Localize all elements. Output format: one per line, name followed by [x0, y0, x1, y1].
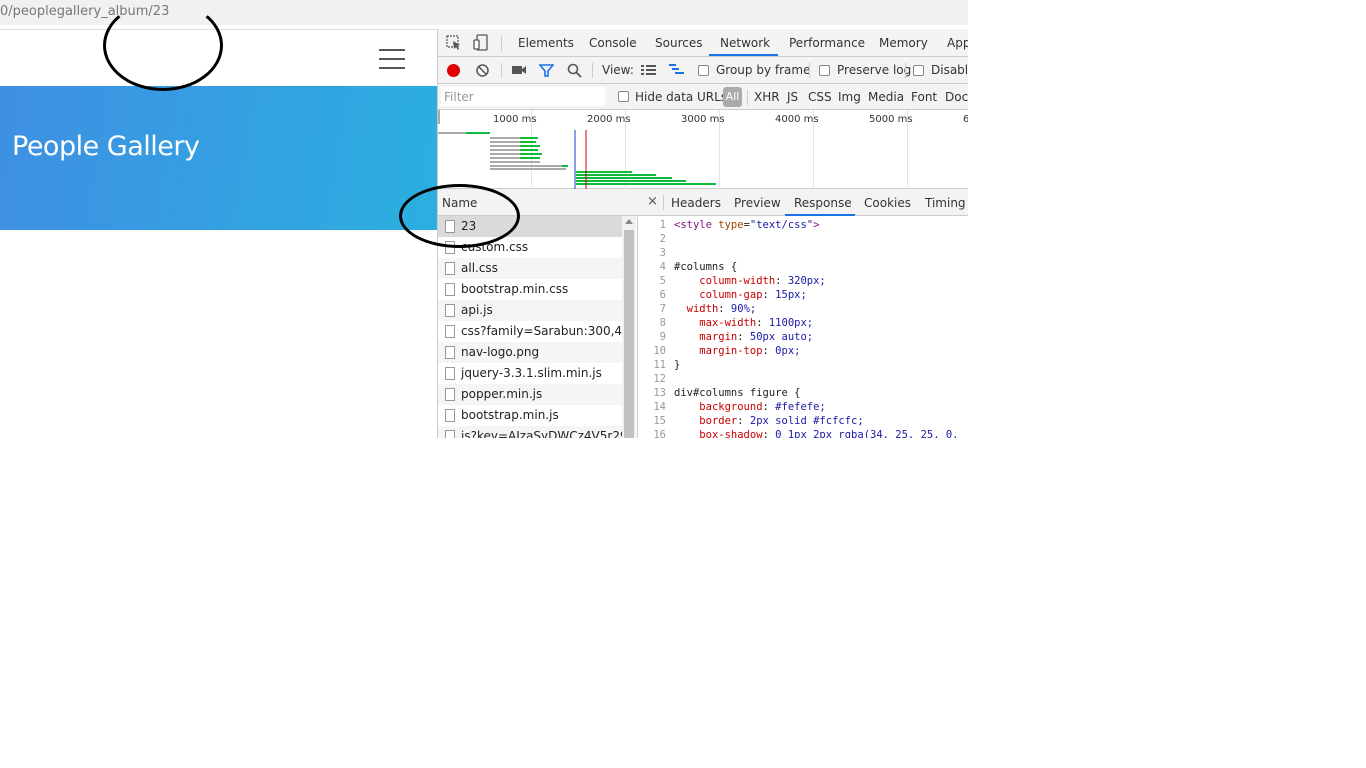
devtools-panel: Elements Console Sources Network Perform… [437, 29, 968, 438]
hide-data-urls-label: Hide data URLs [635, 90, 728, 104]
request-name: nav-logo.png [461, 345, 540, 359]
scrollbar-thumb[interactable] [624, 230, 634, 438]
hamburger-menu-icon[interactable] [379, 49, 405, 69]
tab-preview[interactable]: Preview [734, 196, 781, 210]
document-icon [445, 430, 455, 438]
request-row[interactable]: jquery-3.3.1.slim.min.js [438, 363, 622, 384]
inspect-element-icon[interactable] [446, 35, 462, 51]
document-icon [445, 304, 455, 317]
request-row[interactable]: nav-logo.png [438, 342, 622, 363]
screenshot-camera-icon[interactable] [511, 64, 527, 76]
request-row[interactable]: css?family=Sarabun:300,400,5... [438, 321, 622, 342]
request-name: js?key=AIzaSyDWCz4V5r29Gx... [461, 429, 622, 438]
disable-cache-label: Disable [931, 63, 968, 77]
page-title: People Gallery [12, 131, 200, 162]
request-detail-panel: × Headers Preview Response Cookies Timin… [638, 189, 968, 438]
hide-data-urls-checkbox[interactable] [618, 91, 629, 102]
devtools-tab-bar: Elements Console Sources Network Perform… [438, 29, 968, 57]
filter-input[interactable] [441, 87, 605, 106]
search-icon[interactable] [567, 63, 582, 78]
filter-type-doc[interactable]: Doc [945, 90, 968, 104]
tab-headers[interactable]: Headers [671, 196, 721, 210]
document-icon [445, 409, 455, 422]
filter-type-css[interactable]: CSS [808, 90, 832, 104]
device-toggle-icon[interactable] [473, 34, 489, 51]
request-name: all.css [461, 261, 498, 275]
request-name: bootstrap.min.css [461, 282, 569, 296]
filter-type-all[interactable]: All [723, 87, 742, 107]
request-name: jquery-3.3.1.slim.min.js [461, 366, 602, 380]
disable-cache-checkbox[interactable] [913, 65, 924, 76]
filter-type-font[interactable]: Font [911, 90, 937, 104]
filter-type-media[interactable]: Media [868, 90, 904, 104]
preserve-log-checkbox[interactable] [819, 65, 830, 76]
view-label: View: [602, 63, 634, 77]
tab-console[interactable]: Console [589, 36, 637, 50]
tab-performance[interactable]: Performance [789, 36, 865, 50]
tab-cookies[interactable]: Cookies [864, 196, 911, 210]
scroll-up-arrow-icon[interactable] [625, 219, 633, 224]
tab-application[interactable]: App [947, 36, 968, 50]
document-icon [445, 388, 455, 401]
filter-bar: Hide data URLs All XHR JS CSS Img Media … [438, 84, 968, 110]
filter-type-img[interactable]: Img [838, 90, 861, 104]
network-toolbar: View: Group by frame Preserve log Disabl… [438, 57, 968, 84]
record-icon[interactable] [446, 63, 461, 78]
request-name: api.js [461, 303, 493, 317]
request-name: css?family=Sarabun:300,400,5... [461, 324, 622, 338]
filter-type-js[interactable]: JS [787, 90, 798, 104]
request-row[interactable]: popper.min.js [438, 384, 622, 405]
document-icon [445, 283, 455, 296]
tab-network[interactable]: Network [720, 36, 770, 50]
request-row[interactable]: bootstrap.min.css [438, 279, 622, 300]
waterfall-bars [438, 110, 716, 189]
large-rows-icon[interactable] [641, 65, 656, 76]
tab-memory[interactable]: Memory [879, 36, 928, 50]
response-code-view[interactable]: 1 <style type="text/css"> 2 3 4 #columns {5 c… [638, 216, 968, 438]
request-row[interactable]: bootstrap.min.js [438, 405, 622, 426]
tab-timing[interactable]: Timing [925, 196, 966, 210]
annotation-circle [103, 0, 223, 91]
preserve-log-label: Preserve log [837, 63, 912, 77]
request-list-scrollbar[interactable] [622, 216, 636, 438]
group-by-frame-checkbox[interactable] [698, 65, 709, 76]
clear-icon[interactable] [475, 63, 490, 78]
group-by-frame-label: Group by frame [716, 63, 811, 77]
network-timeline-overview[interactable]: 1000 ms 2000 ms 3000 ms 4000 ms 5000 ms … [438, 110, 968, 189]
filter-funnel-icon[interactable] [539, 63, 554, 78]
waterfall-overview-icon[interactable] [669, 64, 685, 77]
request-name: popper.min.js [461, 387, 543, 401]
document-icon [445, 262, 455, 275]
tab-response[interactable]: Response [794, 196, 852, 210]
filter-type-xhr[interactable]: XHR [754, 90, 780, 104]
request-row[interactable]: all.css [438, 258, 622, 279]
active-tab-indicator [709, 54, 778, 56]
detail-tab-bar: × Headers Preview Response Cookies Timin… [638, 189, 968, 216]
document-icon [445, 325, 455, 338]
document-icon [445, 346, 455, 359]
request-row[interactable]: api.js [438, 300, 622, 321]
request-name: bootstrap.min.js [461, 408, 559, 422]
close-icon[interactable]: × [647, 194, 658, 209]
request-row[interactable]: js?key=AIzaSyDWCz4V5r29Gx... [438, 426, 622, 438]
tab-elements[interactable]: Elements [518, 36, 574, 50]
tab-sources[interactable]: Sources [655, 36, 702, 50]
annotation-circle [399, 184, 520, 248]
document-icon [445, 367, 455, 380]
